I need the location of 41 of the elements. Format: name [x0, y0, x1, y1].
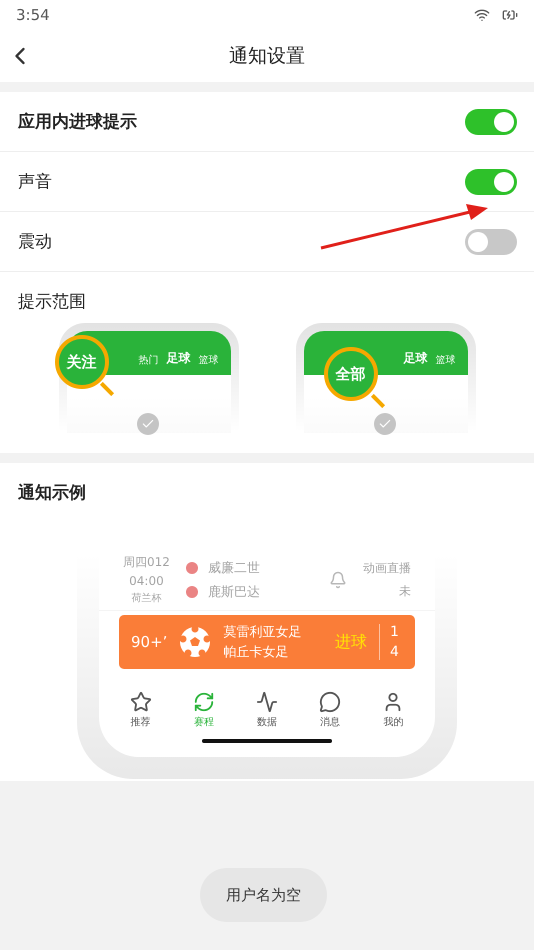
setting-label: 声音 — [18, 171, 52, 193]
magnifier-label: 关注 — [54, 335, 108, 389]
preview-tab-label: 篮球 — [436, 354, 456, 367]
refresh-icon — [192, 691, 215, 713]
scope-label: 提示范围 — [18, 292, 86, 312]
toggle-switch[interactable] — [465, 168, 517, 194]
star-icon — [130, 691, 152, 713]
team-name: 鹿斯巴达 — [186, 582, 260, 600]
nav-item[interactable]: 我的 — [382, 691, 404, 729]
team-name: 威廉二世 — [186, 558, 260, 576]
setting-label: 震动 — [18, 231, 52, 253]
preview-tab-label: 篮球 — [198, 354, 218, 367]
preview-tab-label: 足球 — [166, 350, 190, 367]
league-name: 荷兰杯 — [131, 592, 162, 605]
status-time: 3:54 — [16, 6, 50, 24]
team-name: 帕丘卡女足 — [223, 644, 290, 661]
score: 1 — [390, 624, 400, 640]
match-code: 周四012 — [123, 554, 170, 571]
chat-icon — [319, 691, 342, 713]
match-time: 04:00 — [129, 574, 164, 588]
bell-icon — [329, 570, 347, 588]
match-minute: 90+’ — [131, 633, 168, 651]
preview-tab-label: 足球 — [404, 350, 428, 367]
toggle-switch[interactable] — [465, 228, 517, 254]
nav-item[interactable]: 推荐 — [130, 691, 152, 729]
match-state: 未 — [399, 582, 411, 600]
page-title: 通知设置 — [229, 44, 305, 69]
goal-label: 进球 — [335, 632, 367, 652]
nav-item[interactable]: 数据 — [256, 691, 278, 729]
section-title: 通知示例 — [18, 483, 86, 503]
nav-item[interactable]: 消息 — [319, 691, 342, 729]
preview-tab-label: 热门 — [138, 354, 158, 367]
setting-label: 应用内进球提示 — [18, 111, 137, 133]
toggle-switch[interactable] — [465, 108, 517, 134]
live-label: 动画直播 — [363, 560, 411, 576]
chart-icon — [256, 691, 278, 713]
football-icon — [179, 626, 212, 658]
team-name: 莫雷利亚女足 — [223, 624, 302, 641]
score: 4 — [390, 644, 400, 660]
wifi-icon — [474, 7, 490, 23]
toast-message: 用户名为空 — [200, 868, 327, 922]
